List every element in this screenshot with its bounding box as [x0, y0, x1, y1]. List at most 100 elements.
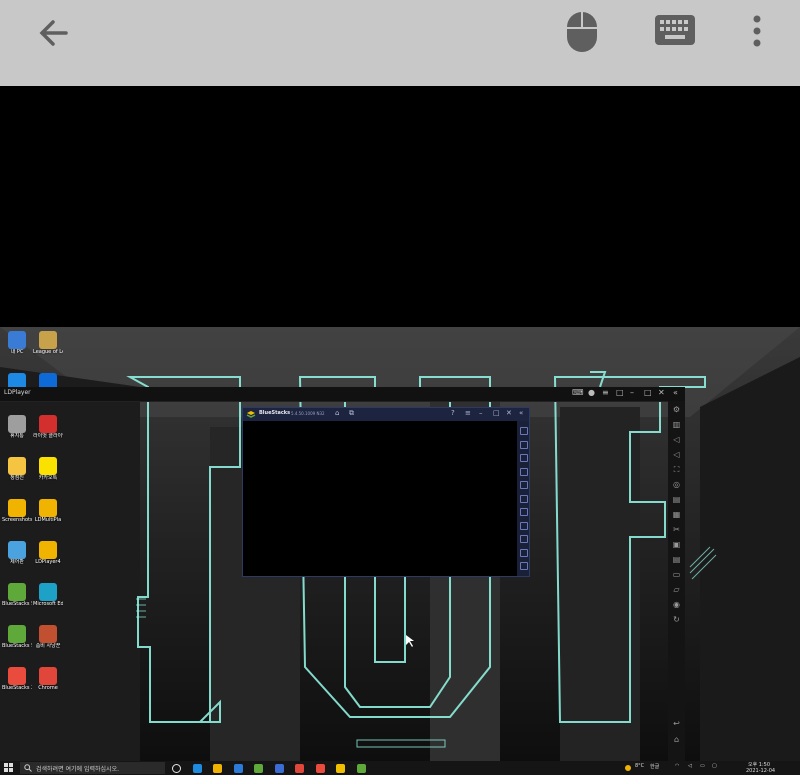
desktop-icon-ldplayer4[interactable]: LDPlayer4: [33, 541, 63, 565]
minimize-icon[interactable]: –: [630, 388, 634, 397]
store-icon[interactable]: [233, 764, 243, 773]
teamviewer-icon[interactable]: [274, 764, 284, 773]
search-icon: [24, 764, 32, 772]
ldplayer-icon[interactable]: [336, 764, 345, 773]
ldplayer-window-titlebar[interactable]: LDPlayer ⌨ ● ≡ □ – □ ✕ «: [0, 387, 685, 402]
office-icon[interactable]: [315, 764, 325, 773]
bluestacks-icon[interactable]: [356, 764, 366, 773]
screenshot-icon[interactable]: ▤: [672, 495, 681, 504]
desktop-icon-folder[interactable]: Screenshots: [2, 499, 32, 523]
shake-icon[interactable]: ▱: [672, 585, 681, 594]
location-icon[interactable]: ◉: [672, 600, 681, 609]
desktop-icon-label: 라이엇 클라이언트: [33, 433, 63, 439]
desktop-icon-label: BlueStacks X: [2, 685, 32, 691]
task-view-icon[interactable]: [172, 764, 181, 773]
xbox-icon[interactable]: [254, 764, 263, 773]
sync-icon[interactable]: [520, 494, 528, 503]
menu-icon[interactable]: ≡: [602, 388, 609, 397]
game-icon: [39, 625, 57, 643]
desktop-icon-edge[interactable]: Microsoft Edge: [33, 583, 63, 607]
remote-desktop[interactable]: 내 PCLeague of LegendsLDPlayer 4.0.71Team…: [0, 327, 800, 761]
keyboard-map-icon[interactable]: ⌨: [572, 388, 584, 397]
taskbar-search-box[interactable]: 검색하려면 여기에 입력하십시오.: [20, 762, 165, 774]
record-icon[interactable]: ◎: [672, 480, 681, 489]
recent-apps-icon[interactable]: [520, 562, 528, 570]
arrow-left-icon[interactable]: [36, 15, 72, 51]
volume-down-icon[interactable]: ◁: [672, 450, 681, 459]
riot-icon: [39, 415, 57, 433]
close-icon[interactable]: ✕: [658, 388, 665, 397]
install-apk-icon[interactable]: [520, 467, 528, 476]
weather-icon[interactable]: [624, 764, 632, 772]
windows-start-icon[interactable]: [4, 763, 14, 773]
kakaotalk-icon: [39, 457, 57, 475]
help-icon[interactable]: ?: [451, 409, 455, 417]
cut-icon[interactable]: ✂: [672, 525, 681, 534]
battery-icon[interactable]: ▭: [700, 763, 705, 769]
chrome-icon[interactable]: [295, 764, 304, 773]
ime-indicator[interactable]: 한글: [650, 763, 659, 770]
computer-icon: [8, 331, 26, 349]
keyboard-icon[interactable]: [520, 454, 528, 462]
volume-icon[interactable]: ◁: [688, 763, 692, 769]
desktop-icon-label: LDMultiPla: [34, 517, 62, 523]
desktop-icon-computer[interactable]: 내 PC: [2, 331, 32, 355]
apk-icon[interactable]: ▥: [672, 420, 681, 429]
home-icon[interactable]: [520, 548, 528, 557]
volume-up-icon[interactable]: ◁: [672, 435, 681, 444]
maximize-icon[interactable]: □: [644, 388, 652, 397]
desktop-icon-bluestacks[interactable]: BlueStacks 5: [2, 625, 32, 649]
desktop-icon-control-panel[interactable]: 제어판: [2, 541, 32, 565]
more-vertical-icon[interactable]: [750, 14, 764, 50]
home-icon[interactable]: ⌂: [335, 409, 339, 417]
menu-icon[interactable]: ≡: [465, 409, 471, 417]
desktop-icon-lol[interactable]: League of Legends: [33, 331, 63, 355]
desktop-icon-user-folder[interactable]: 정점진: [2, 457, 32, 481]
file-explorer-icon[interactable]: [213, 764, 222, 773]
more-icon[interactable]: [520, 508, 528, 516]
maximize-icon[interactable]: □: [493, 409, 500, 417]
network-icon[interactable]: ◠: [675, 763, 679, 769]
desktop-icon-ldmultiplayer[interactable]: LDMultiPla: [33, 499, 63, 523]
minimize-icon[interactable]: –: [479, 409, 483, 417]
account-icon[interactable]: ●: [588, 388, 595, 397]
volume-icon[interactable]: [520, 440, 528, 449]
bluestacks-window[interactable]: BlueStacks 5.4.50.1009 N32 ⌂ ⧉ ? ≡ – □ ✕…: [242, 407, 530, 577]
rotate-icon[interactable]: [520, 481, 528, 489]
desktop-icon-kakaotalk[interactable]: 카카오톡: [33, 457, 63, 481]
install-icon[interactable]: ▦: [672, 510, 681, 519]
bluestacks-sidebar: [517, 421, 529, 576]
desktop-icon-bluestacks-multi[interactable]: BlueStacks 5 Multi-Insta: [2, 583, 32, 607]
settings-icon[interactable]: [520, 521, 528, 530]
ldplayer4-icon: [39, 541, 57, 559]
multi-instance-icon[interactable]: ⧉: [349, 409, 354, 418]
home-icon[interactable]: ⌂: [672, 735, 681, 744]
desktop-icon-label: 제어판: [10, 559, 24, 565]
multi-icon[interactable]: ▤: [672, 555, 681, 564]
collapse-sidebar-icon[interactable]: «: [673, 388, 678, 397]
clock-time: 오후 1:50: [748, 762, 771, 768]
rotate-icon[interactable]: ▭: [672, 570, 681, 579]
back-icon[interactable]: ↩: [672, 719, 681, 728]
back-icon[interactable]: [520, 535, 528, 543]
close-icon[interactable]: ✕: [506, 409, 512, 417]
keyboard-icon[interactable]: [654, 14, 696, 46]
sync-icon[interactable]: ↻: [672, 615, 681, 624]
fullscreen-icon[interactable]: [520, 427, 528, 435]
desktop-icon-riot[interactable]: 라이엇 클라이언트: [33, 415, 63, 439]
desktop-icon-label: 카카오톡: [38, 475, 58, 481]
fullscreen-icon[interactable]: ⛶: [672, 465, 681, 474]
bluestacks-titlebar[interactable]: BlueStacks 5.4.50.1009 N32 ⌂ ⧉ ? ≡ – □ ✕…: [243, 408, 529, 421]
window-icon[interactable]: □: [616, 388, 624, 397]
notification-icon[interactable]: ▢: [712, 763, 717, 769]
desktop-icon-chrome[interactable]: Chrome: [33, 667, 63, 691]
collapse-sidebar-icon[interactable]: «: [519, 409, 523, 417]
desktop-icon-recycle-bin[interactable]: 휴지통: [2, 415, 32, 439]
desktop-icon-bluestacks-x[interactable]: BlueStacks X: [2, 667, 32, 691]
edge-icon[interactable]: [192, 764, 202, 773]
bluestacks-title: BlueStacks: [259, 410, 291, 416]
folder-icon[interactable]: ▣: [672, 540, 681, 549]
mouse-icon[interactable]: [565, 10, 599, 54]
settings-icon[interactable]: ⚙: [672, 405, 681, 414]
desktop-icon-game[interactable]: 좀비 사냥꾼: [33, 625, 63, 649]
